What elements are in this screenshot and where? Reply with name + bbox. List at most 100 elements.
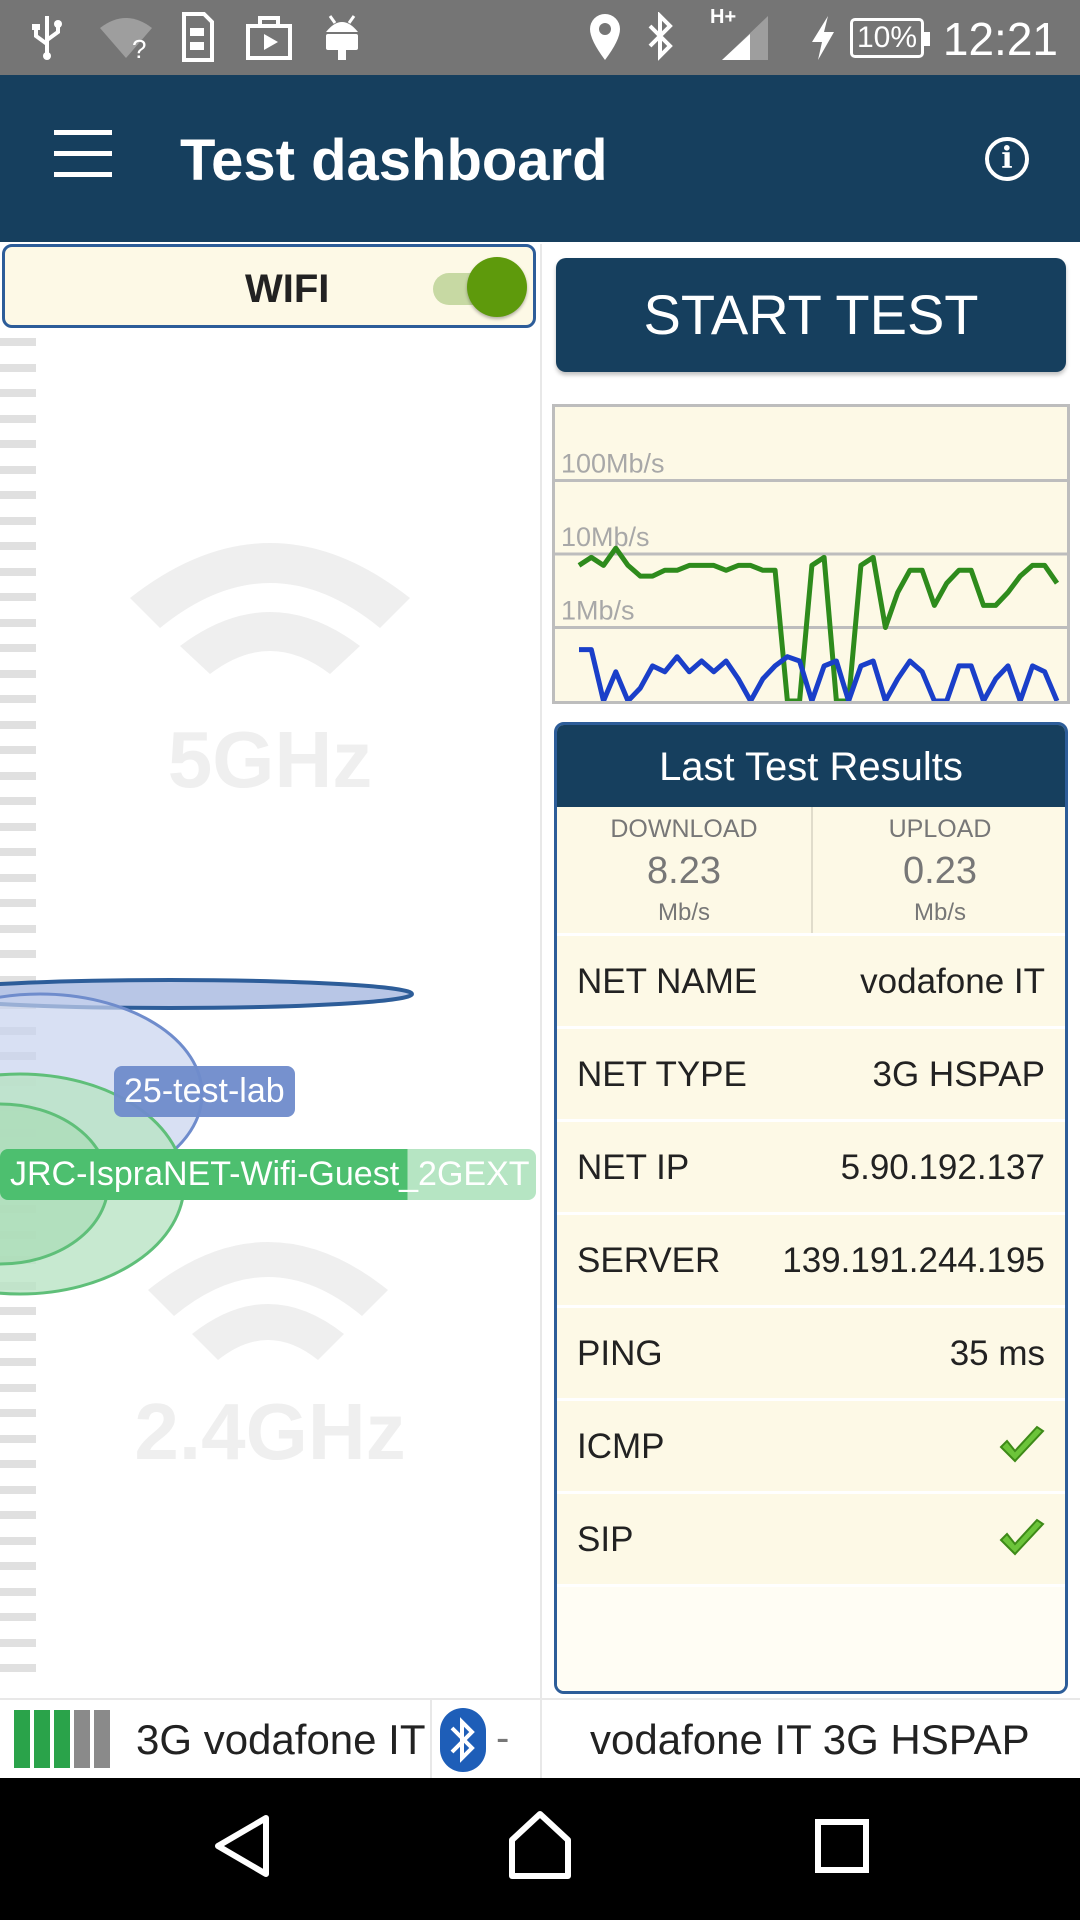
app-bar: Test dashboard i (0, 75, 1080, 242)
results-footer-space (557, 1584, 1065, 1691)
ruler-tick (0, 1638, 36, 1647)
signal-icon (722, 16, 768, 60)
battery-icon: 10% (850, 18, 930, 58)
ruler-tick (0, 389, 36, 397)
network-label[interactable]: JRC-IspraNET-Wifi-Guest_2GEXT (0, 1149, 536, 1200)
ruler-tick (0, 1613, 36, 1621)
ruler-tick (0, 669, 36, 678)
result-key: NET IP (577, 1148, 690, 1187)
result-row-icmp: ICMP (557, 1398, 1065, 1491)
ruler-tick (0, 593, 36, 601)
start-test-button[interactable]: START TEST (556, 258, 1066, 372)
result-key: NET NAME (577, 962, 758, 1001)
bluetooth-status-value: - (496, 1716, 510, 1760)
result-value: vodafone IT (860, 962, 1045, 1001)
wifi-toggle-panel[interactable]: WIFI (2, 244, 536, 328)
band-24ghz-label: 2.4GHz (134, 1387, 406, 1476)
ruler-tick (0, 1485, 36, 1494)
result-key: NET TYPE (577, 1055, 747, 1094)
results-title: Last Test Results (557, 725, 1065, 807)
page-title: Test dashboard (180, 128, 608, 193)
check-icon (999, 1518, 1045, 1556)
ruler-tick (0, 338, 36, 346)
mobile-signal-bars (14, 1710, 114, 1770)
location-icon (590, 14, 620, 60)
ruler-tick (0, 899, 36, 907)
download-unit: Mb/s (657, 899, 710, 926)
strip-divider (430, 1700, 432, 1780)
ruler-tick (0, 1664, 36, 1672)
wifi-switch-thumb[interactable] (467, 257, 527, 317)
result-key: PING (577, 1334, 663, 1373)
chart-tick-label: 1Mb/s (561, 596, 635, 626)
signal-bar (14, 1710, 30, 1768)
ruler-tick (0, 950, 36, 958)
result-key: SIP (577, 1520, 634, 1559)
ruler-tick (0, 924, 36, 933)
wifi-spectrum-view: 5GHz 25-test-lab JRC-IspraNET-Wifi-Guest… (0, 334, 540, 1694)
ruler-tick (0, 363, 36, 372)
result-value: 5.90.192.137 (840, 1148, 1045, 1187)
chart-tick-label: 10Mb/s (561, 522, 650, 552)
info-icon[interactable]: i (985, 137, 1029, 181)
speed-summary: DOWNLOAD 8.23 Mb/s UPLOAD 0.23 Mb/s (557, 807, 1065, 933)
signal-bar (74, 1710, 90, 1768)
chart-tick-label: 100Mb/s (561, 449, 665, 479)
result-row-net-type: NET TYPE 3G HSPAP (557, 1026, 1065, 1119)
upload-label: UPLOAD (888, 815, 992, 843)
ruler-tick (0, 1536, 36, 1545)
ruler-tick (0, 822, 36, 831)
home-icon[interactable] (508, 1810, 572, 1880)
result-value: 139.191.244.195 (782, 1241, 1045, 1280)
download-summary: DOWNLOAD 8.23 Mb/s (557, 807, 811, 927)
upload-value: 0.23 (903, 850, 977, 892)
wifi-5ghz-icon (130, 543, 410, 674)
result-row-ping: PING 35 ms (557, 1305, 1065, 1398)
bluetooth-status-icon (440, 1708, 486, 1772)
ruler-tick (0, 491, 36, 499)
ruler-tick (0, 414, 36, 423)
media-icon (246, 16, 292, 60)
svg-text:?: ? (132, 34, 146, 60)
wifi-toggle-label: WIFI (245, 267, 330, 311)
ruler-tick (0, 695, 36, 703)
ruler-tick (0, 567, 36, 576)
charging-icon (812, 16, 834, 60)
result-row-net-name: NET NAME vodafone IT (557, 933, 1065, 1026)
result-row-server: SERVER 139.191.244.195 (557, 1212, 1065, 1305)
clock: 12:21 (942, 13, 1058, 65)
strip-divider (540, 1700, 542, 1780)
result-value: 35 ms (949, 1334, 1045, 1373)
ruler-tick (0, 848, 36, 856)
wifi-24ghz-icon (148, 1242, 388, 1360)
result-value: 3G HSPAP (872, 1055, 1045, 1094)
mobile-network-label: 3G vodafone IT (136, 1716, 426, 1763)
ruler-tick (0, 440, 36, 448)
menu-icon[interactable] (50, 130, 116, 186)
usb-icon (32, 16, 62, 60)
ruler-tick (0, 1511, 36, 1519)
ruler-tick (0, 465, 36, 474)
signal-bar (94, 1710, 110, 1768)
result-row-sip: SIP (557, 1491, 1065, 1584)
signal-bar (54, 1710, 70, 1768)
ruler-tick (0, 1587, 36, 1596)
speed-chart-svg: 100Mb/s 10Mb/s 1Mb/s (555, 449, 1067, 704)
network-detail-label: vodafone IT 3G HSPAP (590, 1716, 1030, 1763)
pane-divider (540, 244, 542, 1698)
navigation-bar (0, 1778, 1080, 1920)
result-row-net-ip: NET IP 5.90.192.137 (557, 1119, 1065, 1212)
android-icon (326, 15, 358, 60)
upload-summary: UPLOAD 0.23 Mb/s (813, 807, 1065, 927)
bluetooth-icon (648, 12, 673, 61)
back-icon[interactable] (212, 1814, 272, 1878)
wifi-unknown-icon: ? (100, 18, 152, 60)
connection-status-strip: 3G vodafone IT - vodafone IT 3G HSPAP (0, 1698, 1080, 1780)
speed-chart: 100Mb/s 10Mb/s 1Mb/s (552, 404, 1070, 704)
ruler-tick (0, 873, 36, 882)
recents-icon[interactable] (814, 1818, 870, 1874)
network-label[interactable]: 25-test-lab (114, 1066, 295, 1117)
download-value: 8.23 (647, 850, 721, 892)
last-test-results: Last Test Results DOWNLOAD 8.23 Mb/s UPL… (554, 722, 1068, 1694)
ruler-tick (0, 516, 36, 525)
